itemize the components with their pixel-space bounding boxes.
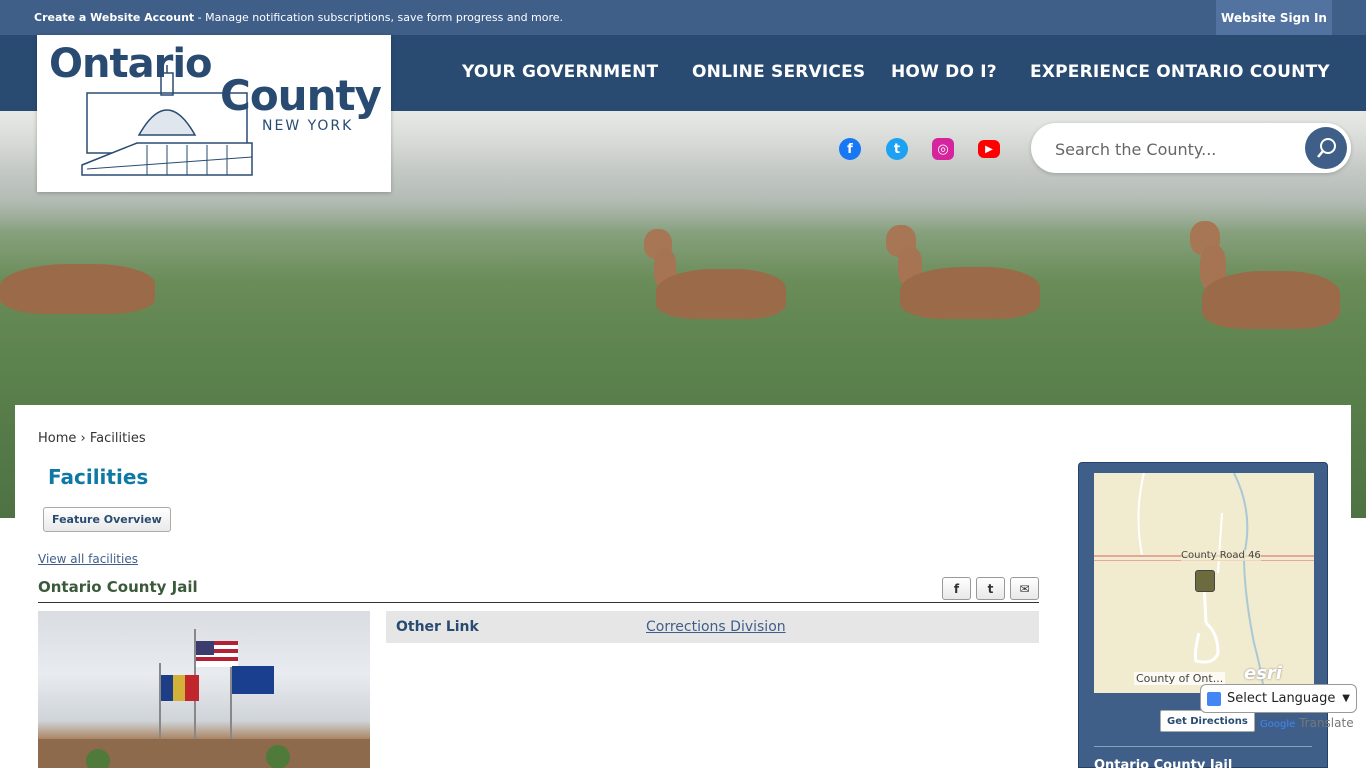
create-account-link[interactable]: Create a Website Account	[34, 11, 194, 24]
google-wordmark: Google	[1260, 719, 1296, 730]
deer-figure	[878, 209, 1043, 319]
nav-your-government[interactable]: YOUR GOVERNMENT	[462, 62, 658, 82]
breadcrumb: Home › Facilities	[38, 431, 146, 446]
translate-wordmark: Translate	[1299, 716, 1354, 730]
courthouse-illustration	[81, 65, 253, 176]
nav-how-do-i[interactable]: HOW DO I?	[891, 62, 997, 82]
share-twitter-button[interactable]: t	[976, 577, 1005, 600]
map-pin-icon[interactable]	[1195, 570, 1215, 592]
language-select-label: Select Language	[1227, 691, 1336, 706]
flags-illustration	[38, 629, 370, 768]
language-select[interactable]: Select Language ▼	[1200, 684, 1357, 713]
deer-figure	[1182, 211, 1342, 331]
facebook-icon: f	[953, 581, 960, 596]
breadcrumb-home-link[interactable]: Home	[38, 431, 76, 446]
instagram-icon[interactable]: ◎	[932, 138, 954, 160]
breadcrumb-separator: ›	[80, 431, 86, 446]
notification-message: Create a Website Account - Manage notifi…	[34, 11, 563, 24]
twitter-icon[interactable]: t	[886, 138, 908, 160]
feature-overview-button[interactable]: Feature Overview	[43, 507, 171, 532]
facility-photo	[38, 611, 370, 768]
search-button[interactable]	[1305, 127, 1347, 169]
sidebar-divider	[1094, 746, 1312, 747]
corrections-division-link[interactable]: Corrections Division	[646, 619, 786, 635]
logo-text-new-york: NEW YORK	[262, 118, 354, 134]
facebook-icon[interactable]: f	[839, 138, 861, 160]
notification-bar: Create a Website Account - Manage notifi…	[0, 0, 1366, 35]
site-search	[1031, 123, 1351, 173]
twitter-icon: t	[987, 581, 994, 596]
search-icon	[1317, 138, 1336, 158]
view-all-facilities-link[interactable]: View all facilities	[38, 552, 138, 566]
google-translate-icon	[1207, 691, 1221, 706]
search-input[interactable]	[1053, 136, 1297, 162]
other-link-label: Other Link	[396, 619, 479, 635]
get-directions-button[interactable]: Get Directions	[1160, 710, 1255, 732]
nav-experience-ontario-county[interactable]: EXPERIENCE ONTARIO COUNTY	[1030, 62, 1330, 82]
breadcrumb-current: Facilities	[89, 431, 146, 446]
notification-text: - Manage notification subscriptions, sav…	[194, 11, 564, 24]
sidebar-facility-title: Ontario County Jail	[1094, 758, 1233, 773]
share-facebook-button[interactable]: f	[942, 577, 971, 600]
title-divider	[38, 602, 1039, 603]
deer-figure	[638, 221, 788, 321]
facility-title: Ontario County Jail	[38, 578, 198, 596]
page-title: Facilities	[48, 465, 149, 489]
powered-by-google-translate[interactable]: Google Translate	[1260, 716, 1354, 730]
share-email-button[interactable]: ✉	[1010, 577, 1039, 600]
esri-logo: esri	[1244, 663, 1282, 684]
youtube-icon[interactable]: ▶	[978, 140, 1000, 158]
map-road-label: County Road 46	[1181, 550, 1261, 561]
nav-online-services[interactable]: ONLINE SERVICES	[692, 62, 865, 82]
email-icon: ✉	[1019, 581, 1030, 596]
county-logo[interactable]: Ontario County NEW YORK	[37, 35, 391, 192]
location-map[interactable]: County Road 46 County of Ont... esri	[1094, 473, 1314, 693]
deer-figure	[0, 236, 160, 316]
website-sign-in-button[interactable]: Website Sign In	[1216, 0, 1332, 35]
details-row: Other Link Corrections Division	[386, 611, 1039, 643]
chevron-down-icon: ▼	[1342, 693, 1350, 704]
